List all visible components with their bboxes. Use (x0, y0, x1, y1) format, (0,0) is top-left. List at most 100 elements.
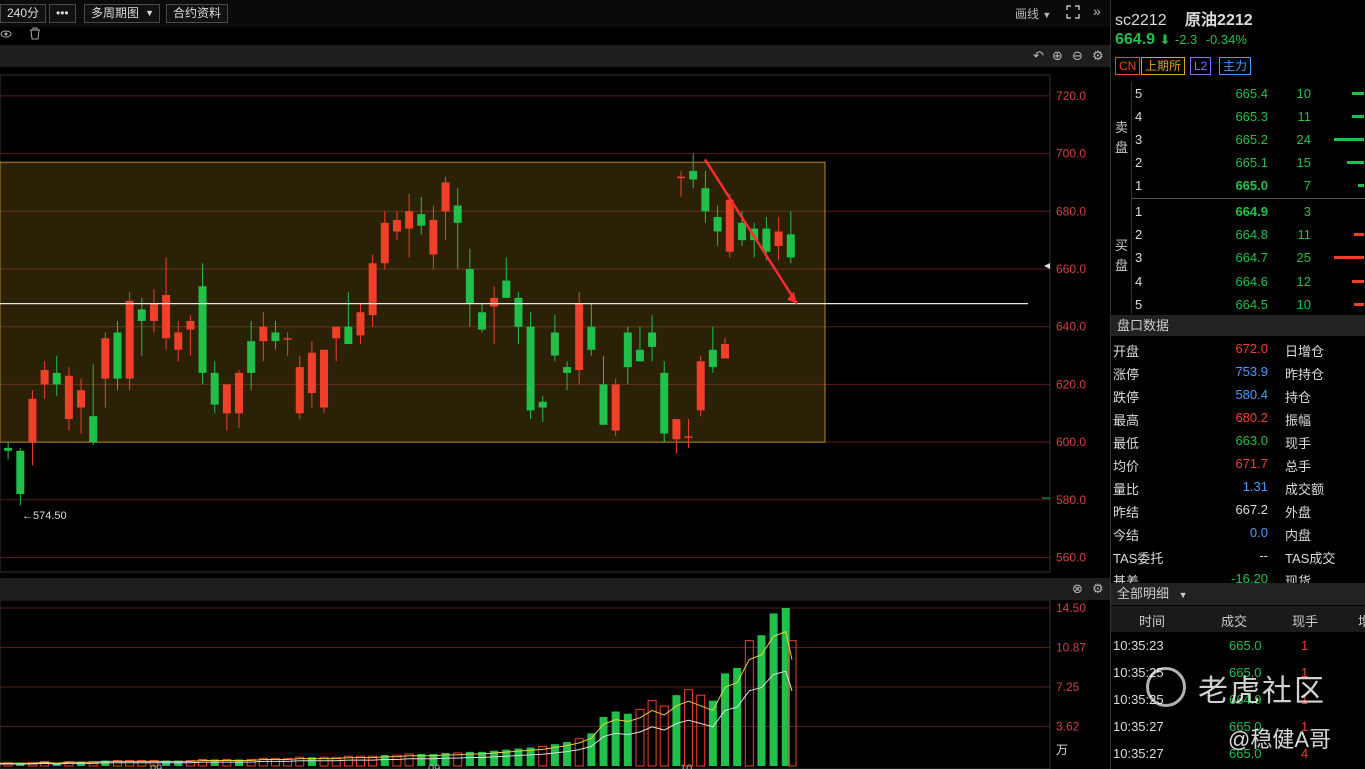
sell-label: 卖盘 (1115, 120, 1129, 155)
price-tick-label: 560.0 (1056, 551, 1086, 565)
stat-label: 今结 (1113, 528, 1140, 543)
stat-row: 今结 0.0 内盘 (1111, 521, 1365, 544)
ask-row[interactable]: 2 665.1 15 (1111, 151, 1365, 174)
detail-header[interactable]: 全部明细 ▼ (1111, 583, 1365, 605)
stat-label: 涨停 (1113, 367, 1140, 382)
depth-bar (1352, 279, 1364, 283)
stat-label: 开盘 (1113, 344, 1140, 359)
vol-tick-label: 14.50 (1056, 601, 1086, 615)
panel-data-header[interactable]: 盘口数据 (1111, 315, 1365, 336)
stat-label-right: 持仓 (1285, 390, 1312, 405)
candle (660, 361, 669, 443)
candle (4, 442, 13, 460)
bid-row[interactable]: 1 664.9 3 (1111, 200, 1365, 223)
stat-label: 量比 (1113, 482, 1140, 497)
gear-icon[interactable]: ⚙ (1092, 48, 1104, 64)
ask-row[interactable]: 3 665.2 24 (1111, 128, 1365, 151)
bid-row[interactable]: 4 664.6 12 (1111, 270, 1365, 293)
stat-label-right: TAS成交 (1285, 551, 1336, 566)
level-label: 4 (1135, 109, 1143, 124)
vol-tick-label: 3.62 (1056, 720, 1080, 734)
detail-time: 10:35:27 (1113, 719, 1164, 734)
x-axis-label: 09 (150, 763, 162, 769)
stat-row: 最低 663.0 现手 (1111, 429, 1365, 452)
current-price-marker (1044, 263, 1050, 269)
period-button[interactable]: 240分 (0, 4, 47, 23)
zoom-in-icon[interactable]: ⊕ (1052, 48, 1063, 64)
tag-l2: L2 (1190, 57, 1212, 75)
multi-period-dropdown[interactable]: 多周期图 ▼ (84, 4, 161, 23)
symbol-header: sc2212 原油2212 (1115, 6, 1267, 30)
stat-label-right: 振幅 (1285, 413, 1312, 428)
stat-label-right: 总手 (1285, 459, 1312, 474)
price-tick-label: 620.0 (1056, 377, 1086, 391)
detail-price: 665.0 (1229, 638, 1262, 653)
last-price: 664.9 (1115, 31, 1156, 48)
depth-bar (1347, 161, 1364, 164)
watermark-author: @稳健A哥 (1228, 727, 1332, 752)
detail-time: 10:35:27 (1113, 746, 1164, 761)
price-tick-label: 640.0 (1056, 320, 1086, 334)
contract-info-button[interactable]: 合约资料 (166, 4, 229, 23)
level-price: 664.5 (1235, 296, 1268, 312)
ask-row[interactable]: 1 665.0 7 (1111, 174, 1365, 197)
x-axis-label: 09 (428, 763, 440, 769)
eye-icon[interactable] (0, 28, 12, 40)
level-price: 664.7 (1235, 250, 1268, 266)
candle (672, 419, 681, 454)
price-tick-label: 700.0 (1056, 147, 1086, 161)
level-price: 664.9 (1235, 204, 1268, 219)
price-tick-label: 660.0 (1056, 262, 1086, 276)
stat-value: 580.4 (1235, 387, 1268, 402)
stat-value: 1.31 (1242, 479, 1268, 494)
detail-columns: 时间 成交 现手 增 (1111, 606, 1365, 632)
expand-panel-icon[interactable]: » (1093, 3, 1101, 19)
close-icon[interactable]: ⊗ (1072, 581, 1083, 597)
price-change: -2.3 (1174, 32, 1198, 47)
col-price: 成交 (1221, 614, 1248, 629)
level-price: 665.1 (1235, 155, 1268, 170)
stat-row: TAS委托 -- TAS成交 (1111, 544, 1365, 567)
depth-bar (1358, 184, 1364, 187)
ask-row[interactable]: 4 665.3 11 (1111, 105, 1365, 128)
depth-bar (1334, 138, 1364, 141)
chevron-down-icon: ▼ (1042, 10, 1052, 20)
ask-row[interactable]: 5 665.4 10 (1111, 82, 1365, 105)
level-label: 5 (1135, 86, 1143, 101)
level-volume: 11 (1297, 227, 1312, 243)
level-volume: 10 (1296, 86, 1311, 101)
more-button[interactable]: ••• (49, 4, 76, 23)
gear-icon[interactable]: ⚙ (1092, 581, 1104, 597)
trash-icon[interactable] (29, 27, 41, 40)
candle (526, 312, 535, 420)
level-volume: 25 (1296, 250, 1311, 266)
stat-row: 量比 1.31 成交额 (1111, 475, 1365, 498)
price-tick-label: 580.0 (1056, 493, 1086, 507)
volume-chart[interactable]: 14.50 10.87 7.25 3.62 万 09 09 10 (0, 600, 1110, 769)
detail-qty: 1 (1301, 638, 1309, 653)
bid-row[interactable]: 2 664.8 11 (1111, 223, 1365, 246)
chevron-down-icon: ▼ (1178, 590, 1188, 600)
level-volume: 12 (1296, 273, 1311, 289)
draw-line-dropdown[interactable]: 画线 ▼ (1015, 5, 1051, 22)
col-inc: 增 (1358, 611, 1365, 630)
stat-label: 跌停 (1113, 390, 1140, 405)
stat-value: 680.2 (1235, 410, 1268, 425)
fullscreen-icon[interactable] (1066, 5, 1080, 19)
vol-tick-label: 7.25 (1056, 680, 1080, 694)
low-marker: ←574.50 (22, 510, 67, 522)
bid-row[interactable]: 5 664.5 10 (1111, 293, 1365, 316)
stat-value: 663.0 (1235, 433, 1268, 448)
undo-icon[interactable]: ↶ (1033, 48, 1044, 64)
candlestick-chart[interactable]: 720.0 700.0 680.0 660.0 640.0 620.0 600.0 580.0… (0, 67, 1110, 578)
level-volume: 11 (1297, 109, 1312, 124)
zoom-out-icon[interactable]: ⊖ (1072, 48, 1083, 64)
level-price: 665.3 (1235, 109, 1268, 124)
candle (320, 349, 329, 414)
level-label: 3 (1135, 250, 1143, 266)
candle (28, 390, 37, 466)
bid-row[interactable]: 3 664.7 25 (1111, 246, 1365, 269)
detail-time: 10:35:23 (1113, 638, 1164, 653)
price-tick-label: 600.0 (1056, 435, 1086, 449)
stat-value: 753.9 (1235, 364, 1268, 379)
